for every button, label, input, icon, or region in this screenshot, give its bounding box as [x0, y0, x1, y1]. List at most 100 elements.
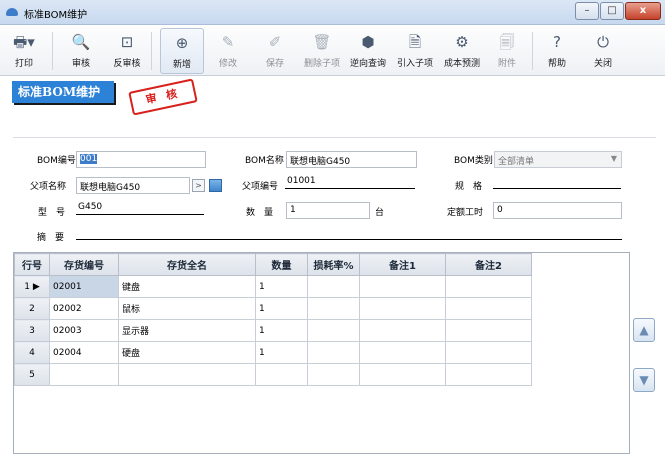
bom-type-select[interactable]: 全部清单 ▼	[494, 151, 622, 168]
bom-code-label: BOM编号	[37, 156, 76, 166]
note1-cell[interactable]	[359, 341, 446, 364]
col-header-name[interactable]: 存货全名	[118, 253, 256, 276]
header-form: BOM编号 001 BOM名称 联想电脑G450 BOM类别 全部清单 ▼ 父项…	[13, 137, 656, 252]
col-header-loss[interactable]: 损耗率%	[307, 253, 360, 276]
name-cell[interactable]: 键盘	[118, 275, 256, 298]
loss-cell[interactable]	[307, 297, 360, 320]
note1-cell[interactable]	[359, 319, 446, 342]
paper-stack-icon: 🗐	[499, 33, 515, 51]
name-cell[interactable]: 显示器	[118, 319, 256, 342]
qty-label: 数 量	[246, 208, 274, 218]
qty-cell[interactable]: 1	[255, 319, 308, 342]
col-header-note1[interactable]: 备注1	[359, 253, 446, 276]
bom-code-input[interactable]: 001	[76, 151, 206, 168]
cost-forecast-button[interactable]: ⚙ 成本预测	[440, 28, 484, 74]
bom-items-grid: 行号 存货编号 存货全名 数量 损耗率% 备注1 备注2 1 ▶ 02001 键…	[13, 252, 630, 454]
power-icon: ⏻	[597, 33, 609, 51]
picture-icon[interactable]	[209, 179, 222, 192]
page-title: 标准BOM维护	[12, 81, 114, 103]
col-header-row-no[interactable]: 行号	[14, 253, 50, 276]
unit-label: 台	[375, 208, 385, 218]
name-cell[interactable]	[118, 363, 256, 386]
note2-cell[interactable]	[445, 275, 532, 298]
edit-button[interactable]: ✎ 修改	[209, 28, 247, 74]
loss-cell[interactable]	[307, 275, 360, 298]
window-title: 标准BOM维护	[24, 10, 88, 21]
new-button[interactable]: ⊕ 新增	[160, 28, 204, 74]
scroll-up-button[interactable]: ▲	[633, 318, 655, 342]
reverse-query-button[interactable]: ⬢ 逆向查询	[346, 28, 390, 74]
minimize-button[interactable]: –	[575, 2, 599, 20]
maximize-button[interactable]: □	[600, 2, 624, 20]
row-number-cell: 1 ▶	[14, 275, 50, 298]
loss-cell[interactable]	[307, 319, 360, 342]
bom-name-input[interactable]: 联想电脑G450	[286, 151, 417, 168]
lookup-button[interactable]: >	[192, 179, 205, 192]
summary-label: 摘 要	[37, 233, 65, 243]
col-header-note2[interactable]: 备注2	[445, 253, 532, 276]
save-button[interactable]: ✐ 保存	[256, 28, 294, 74]
code-cell[interactable]: 02002	[49, 297, 119, 320]
table-row[interactable]: 1 ▶ 02001 键盘 1	[14, 275, 532, 298]
gear-icon: ⚙	[455, 33, 469, 51]
brush-icon: ✐	[268, 33, 282, 51]
row-number-cell: 3	[14, 319, 50, 342]
note2-cell[interactable]	[445, 297, 532, 320]
table-row[interactable]: 2 02002 鼠标 1	[14, 297, 532, 320]
note1-cell[interactable]	[359, 275, 446, 298]
audit-stamp: 审 核	[128, 78, 198, 116]
spec-label: 规 格	[455, 182, 483, 192]
close-button[interactable]: ⏻ 关闭	[584, 28, 622, 74]
qty-cell[interactable]: 1	[255, 275, 308, 298]
code-cell[interactable]: 02001	[49, 275, 119, 298]
attachment-button[interactable]: 🗐 附件	[488, 28, 526, 74]
note2-cell[interactable]	[445, 319, 532, 342]
magnifier-box-icon: ⊡	[120, 33, 134, 51]
audit-button[interactable]: 🔍 审核	[62, 28, 100, 74]
spec-field[interactable]	[493, 176, 621, 189]
col-header-qty[interactable]: 数量	[255, 253, 308, 276]
code-cell[interactable]	[49, 363, 119, 386]
summary-field[interactable]	[76, 227, 622, 240]
labor-hours-label: 定额工时	[447, 208, 484, 218]
loss-cell[interactable]	[307, 363, 360, 386]
current-row-arrow-icon: ▶	[32, 281, 40, 292]
code-cell[interactable]: 02003	[49, 319, 119, 342]
unaudit-button[interactable]: ⊡ 反审核	[108, 28, 146, 74]
toolbar-divider	[52, 32, 53, 70]
printer-icon: 🖶▾	[13, 33, 35, 51]
note1-cell[interactable]	[359, 363, 446, 386]
app-icon	[6, 8, 18, 16]
delete-child-button[interactable]: 🗑 删除子项	[300, 28, 344, 74]
title-bar: 标准BOM维护 – □ x	[0, 0, 665, 25]
note2-cell[interactable]	[445, 341, 532, 364]
note1-cell[interactable]	[359, 297, 446, 320]
parent-code-field[interactable]: 01001	[285, 176, 415, 189]
trash-icon: 🗑	[312, 33, 332, 51]
labor-hours-input[interactable]: 0	[493, 202, 622, 219]
print-button[interactable]: 🖶▾ 打印	[4, 28, 44, 74]
parent-name-input[interactable]: 联想电脑G450	[76, 177, 190, 194]
loss-cell[interactable]	[307, 341, 360, 364]
col-header-code[interactable]: 存货编号	[49, 253, 119, 276]
qty-cell[interactable]: 1	[255, 341, 308, 364]
help-button[interactable]: ? 帮助	[538, 28, 576, 74]
qty-input[interactable]: 1	[286, 202, 370, 219]
model-field[interactable]: G450	[76, 202, 204, 215]
table-row[interactable]: 4 02004 硬盘 1	[14, 341, 532, 364]
toolbar: 🖶▾ 打印 🔍 审核 ⊡ 反审核 ⊕ 新增 ✎ 修改 ✐ 保存 🗑 删除子项 ⬢…	[0, 26, 665, 76]
qty-cell[interactable]	[255, 363, 308, 386]
note2-cell[interactable]	[445, 363, 532, 386]
table-row[interactable]: 5	[14, 363, 532, 386]
code-cell[interactable]: 02004	[49, 341, 119, 364]
table-row[interactable]: 3 02003 显示器 1	[14, 319, 532, 342]
scroll-down-button[interactable]: ▼	[633, 368, 655, 392]
document-icon: 🗎	[408, 33, 422, 51]
items-table: 行号 存货编号 存货全名 数量 损耗率% 备注1 备注2 1 ▶ 02001 键…	[14, 253, 532, 386]
close-window-button[interactable]: x	[625, 2, 661, 20]
chevron-down-icon: ▼	[610, 154, 617, 163]
qty-cell[interactable]: 1	[255, 297, 308, 320]
name-cell[interactable]: 硬盘	[118, 341, 256, 364]
name-cell[interactable]: 鼠标	[118, 297, 256, 320]
import-child-button[interactable]: 🗎 引入子项	[393, 28, 437, 74]
